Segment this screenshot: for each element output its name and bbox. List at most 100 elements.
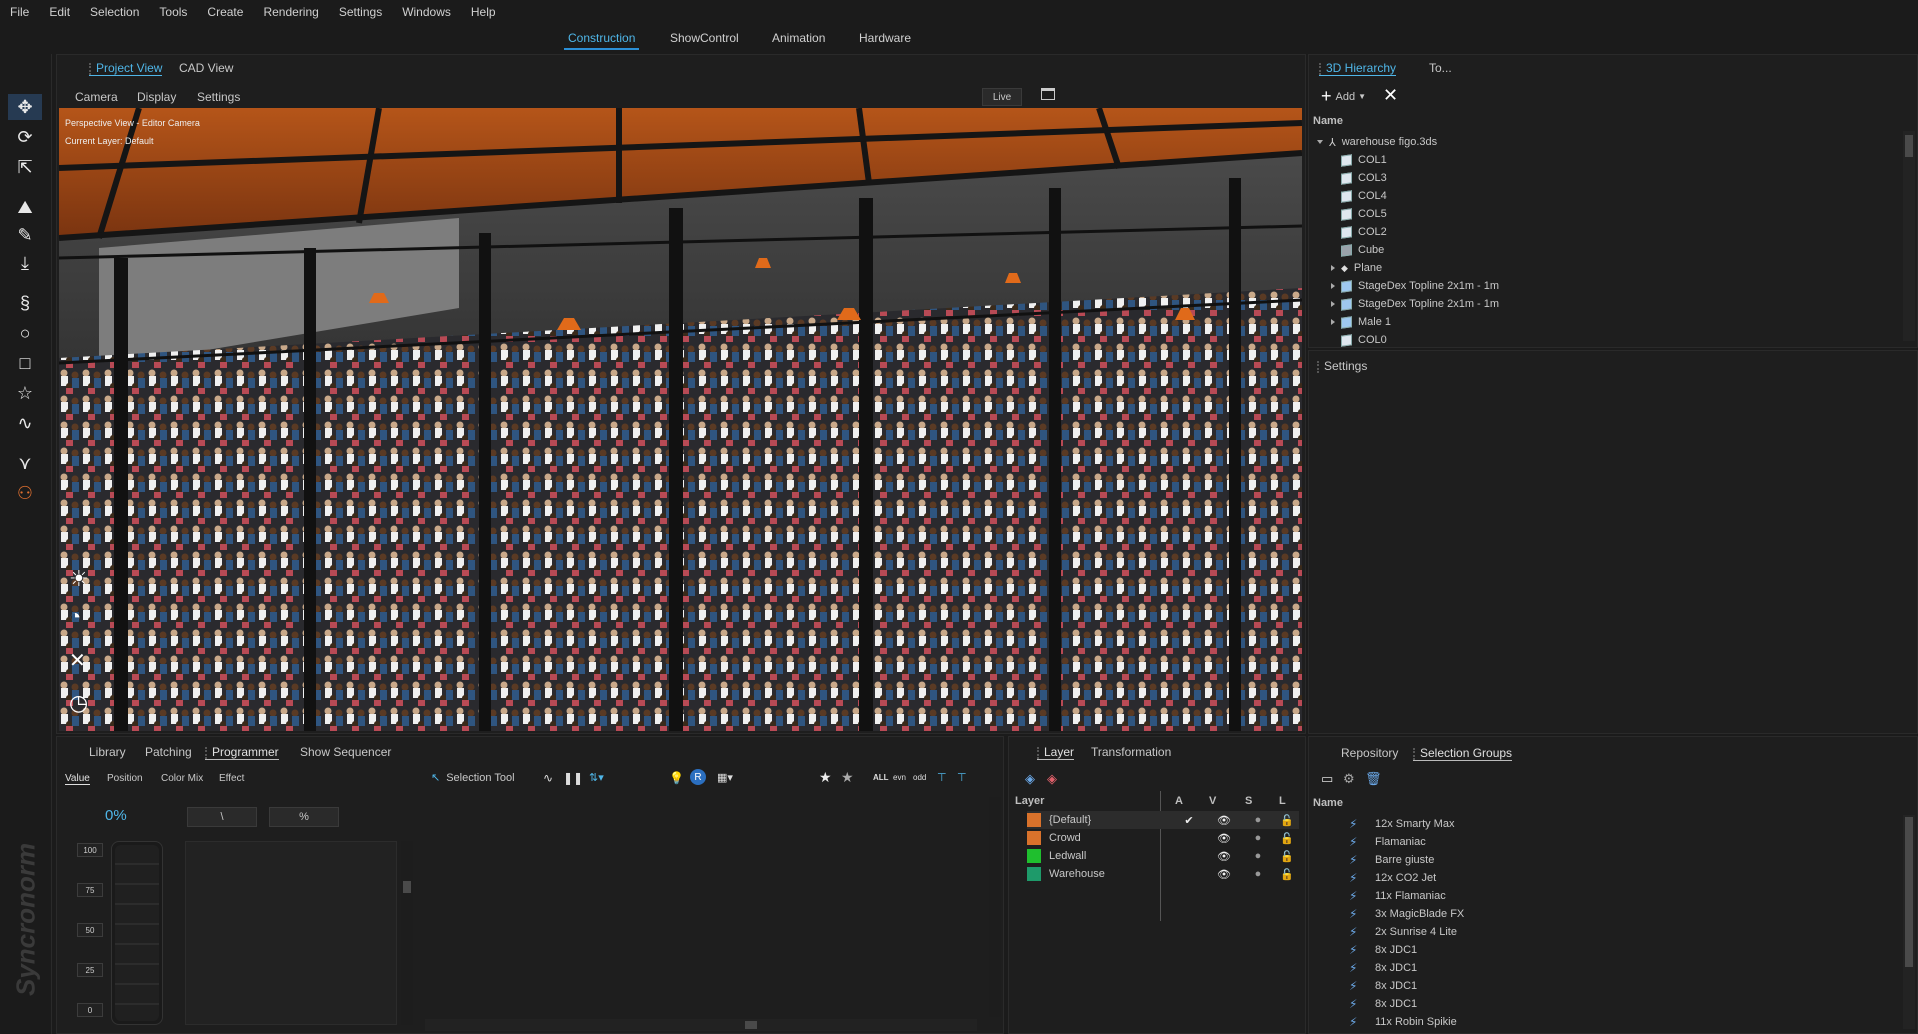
path-tool-icon[interactable]: § — [8, 290, 42, 316]
layer-color-swatch[interactable] — [1027, 813, 1041, 827]
selection-group-item[interactable]: ⚡ 8x JDC1 — [1349, 959, 1417, 977]
selection-group-item[interactable]: ⚡ 12x CO2 Jet — [1349, 869, 1436, 887]
selection-group-item[interactable]: ⚡ 11x Flamaniac — [1349, 887, 1446, 905]
star-outline-icon[interactable]: ★ — [841, 769, 854, 786]
record-icon[interactable]: R — [690, 769, 706, 785]
tab-to[interactable]: To... — [1429, 61, 1452, 75]
terrain-up-icon[interactable]: ⛰ — [8, 194, 42, 220]
menu-edit[interactable]: Edit — [39, 5, 80, 19]
visibility-eye-icon[interactable]: 👁 — [1207, 850, 1241, 863]
lock-icon[interactable]: 🔓 — [1275, 868, 1299, 881]
programmer-h-scrollbar[interactable] — [425, 1019, 977, 1031]
fader-tick-25[interactable]: 25 — [77, 963, 103, 977]
layers-remove-icon[interactable]: ◈ — [1047, 771, 1057, 787]
paint-tool-icon[interactable]: ✎ — [8, 222, 42, 248]
timer-icon[interactable]: ◷ — [69, 690, 88, 716]
selection-group-item[interactable]: ⚡ 8x JDC1 — [1349, 977, 1417, 995]
menu-display[interactable]: Display — [137, 90, 176, 104]
scroll-thumb[interactable] — [1905, 817, 1913, 967]
selection-group-item[interactable]: ⚡ 8x JDC1 — [1349, 995, 1417, 1013]
tab-construction[interactable]: Construction — [564, 31, 640, 50]
menu-settings[interactable]: Settings — [329, 5, 392, 19]
fader-tick-75[interactable]: 75 — [77, 883, 103, 897]
menu-help[interactable]: Help — [461, 5, 506, 19]
hierarchy-item[interactable]: Male 1 — [1331, 313, 1391, 331]
fader-tick-50[interactable]: 50 — [77, 923, 103, 937]
hierarchy-item[interactable]: StageDex Topline 2x1m - 1m — [1331, 295, 1499, 313]
layer-row[interactable]: Warehouse 👁 ● 🔓 — [1027, 865, 1299, 883]
sort-dropdown-icon[interactable]: ⇅▾ — [589, 771, 604, 784]
tab-hardware[interactable]: Hardware — [855, 31, 915, 48]
layer-color-swatch[interactable] — [1027, 831, 1041, 845]
hierarchy-item[interactable]: COL0 — [1331, 331, 1387, 349]
selection-group-item[interactable]: ⚡ 11x Robin Spikie — [1349, 1013, 1457, 1031]
menu-view-settings[interactable]: Settings — [197, 90, 240, 104]
solo-icon[interactable]: ● — [1241, 832, 1275, 844]
visibility-eye-icon[interactable]: 👁 — [1207, 814, 1241, 827]
lock-icon[interactable]: 🔓 — [1275, 832, 1299, 845]
active-check-icon[interactable]: ✔ — [1171, 814, 1207, 827]
programmer-right-scrollbar[interactable] — [989, 797, 1001, 1017]
hierarchy-item[interactable]: COL4 — [1331, 187, 1387, 205]
tab-project-view[interactable]: Project View — [89, 61, 163, 76]
maximize-icon[interactable] — [1041, 88, 1055, 100]
scroll-thumb[interactable] — [403, 881, 411, 893]
tab-cad-view[interactable]: CAD View — [179, 61, 233, 75]
rotate-tool-icon[interactable]: ⟳ — [8, 124, 42, 150]
visibility-eye-icon[interactable]: 👁 — [1207, 868, 1241, 881]
grid-dropdown-icon[interactable]: ▦▾ — [717, 771, 733, 784]
subtab-color-mix[interactable]: Color Mix — [161, 773, 203, 784]
hierarchy-item[interactable]: ⅄ warehouse figo.3ds — [1317, 133, 1437, 151]
menu-selection[interactable]: Selection — [80, 5, 149, 19]
bulb-icon[interactable]: 💡 — [669, 771, 684, 785]
tab-showcontrol[interactable]: ShowControl — [666, 31, 743, 48]
subtab-effect[interactable]: Effect — [219, 773, 244, 784]
percent-button[interactable]: % — [269, 807, 339, 827]
expand-right-icon[interactable] — [1331, 301, 1335, 307]
tab-layer[interactable]: Layer — [1037, 745, 1075, 760]
layer-color-swatch[interactable] — [1027, 849, 1041, 863]
layers-add-icon[interactable]: ◈ — [1025, 771, 1035, 787]
tab-animation[interactable]: Animation — [768, 31, 829, 48]
lock-icon[interactable]: 🔓 — [1275, 814, 1299, 827]
sun-light-icon[interactable]: ☀ — [69, 566, 89, 592]
trash-icon[interactable]: 🗑 — [1365, 771, 1382, 787]
filter-even[interactable]: evn — [893, 773, 906, 782]
layer-row[interactable]: Crowd 👁 ● 🔓 — [1027, 829, 1299, 847]
selection-group-item[interactable]: ⚡ 12x Smarty Max — [1349, 815, 1454, 833]
truss-tool-icon[interactable]: ⚇ — [8, 480, 42, 506]
tab-transformation[interactable]: Transformation — [1091, 745, 1171, 759]
hierarchy-item[interactable]: COL1 — [1331, 151, 1387, 169]
hierarchy-scrollbar[interactable] — [1903, 131, 1915, 341]
hierarchy-item[interactable]: Cube — [1331, 241, 1384, 259]
filter-odd[interactable]: odd — [913, 773, 926, 782]
expand-right-icon[interactable] — [1331, 283, 1335, 289]
menu-rendering[interactable]: Rendering — [253, 5, 328, 19]
hierarchy-item[interactable]: ◆ Plane — [1331, 259, 1382, 277]
layer-row[interactable]: Ledwall 👁 ● 🔓 — [1027, 847, 1299, 865]
tab-patching[interactable]: Patching — [145, 745, 192, 759]
fader-body[interactable] — [115, 845, 159, 1021]
fixture-tool-icon[interactable]: ⋎ — [8, 450, 42, 476]
star-filled-icon[interactable]: ★ — [819, 769, 832, 786]
lock-icon[interactable]: 🔓 — [1275, 850, 1299, 863]
group-icon[interactable]: ⚙ — [1343, 771, 1355, 787]
menu-create[interactable]: Create — [197, 5, 253, 19]
solo-icon[interactable]: ● — [1241, 814, 1275, 826]
hierarchy-item[interactable]: COL3 — [1331, 169, 1387, 187]
menu-tools[interactable]: Tools — [149, 5, 197, 19]
selection-group-item[interactable]: ⚡ Barre giuste — [1349, 851, 1434, 869]
add-button[interactable]: + Add ▼ — [1321, 86, 1366, 107]
menu-camera[interactable]: Camera — [75, 90, 118, 104]
fader-tick-100[interactable]: 100 — [77, 843, 103, 857]
selection-tool-button[interactable]: ↖ Selection Tool — [431, 771, 515, 785]
selection-group-item[interactable]: ⚡ 3x MagicBlade FX — [1349, 905, 1464, 923]
move-tool-icon[interactable]: ✥ — [8, 94, 42, 120]
scale-tool-icon[interactable]: ⇱ — [8, 154, 42, 180]
tab-show-sequencer[interactable]: Show Sequencer — [300, 745, 391, 759]
layer-row[interactable]: {Default} ✔ 👁 ● 🔓 — [1027, 811, 1299, 829]
pause-icon[interactable]: ❚❚ — [563, 771, 583, 785]
filter-all[interactable]: ALL — [873, 773, 889, 782]
align-left-icon[interactable]: ⊤ — [937, 771, 947, 784]
live-button[interactable]: Live — [982, 88, 1022, 106]
